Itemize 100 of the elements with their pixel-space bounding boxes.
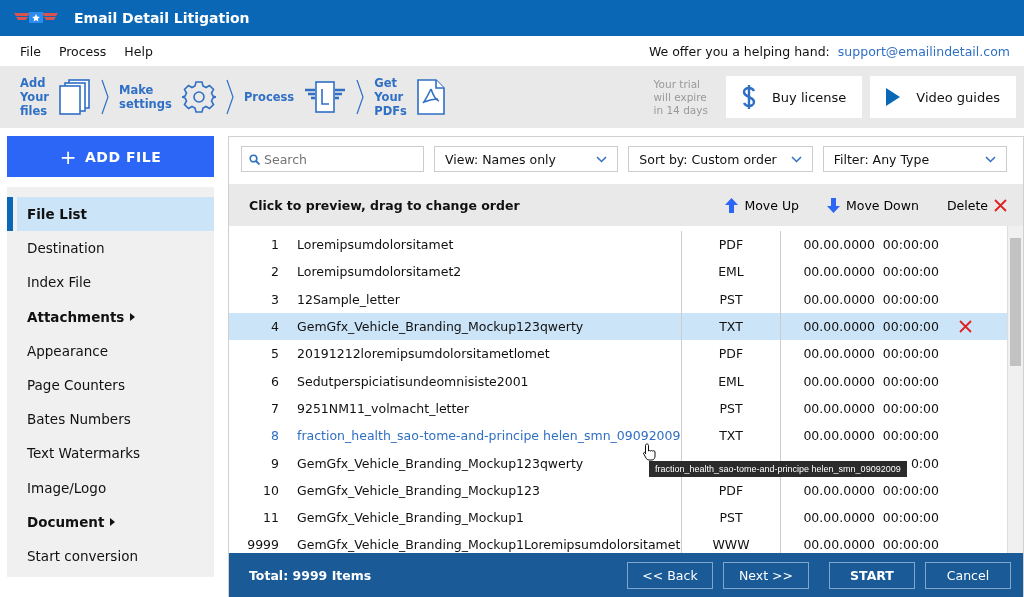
file-type: TXT — [681, 422, 781, 450]
sidebar-item[interactable]: Image/Logo — [7, 470, 214, 505]
row-number: 9999 — [246, 537, 279, 553]
file-date: 00.00.0000 — [802, 400, 875, 416]
file-time: 00:00:00 — [881, 291, 939, 307]
file-name: GemGfx_Vehicle_Branding_Mockup1 — [296, 510, 526, 526]
file-time: 00:00:00 — [881, 319, 939, 335]
sidebar-item[interactable]: Bates Numbers — [7, 402, 214, 437]
buy-license-button[interactable]: Buy license — [725, 76, 863, 118]
file-date: 00.00.0000 — [802, 291, 875, 307]
support-link[interactable]: support@emailindetail.com — [837, 43, 1010, 59]
row-number: 6 — [270, 373, 279, 389]
sidebar-item[interactable]: File List — [7, 197, 214, 232]
file-date: 00.00.0000 — [802, 319, 875, 335]
sidebar-item[interactable]: Appearance — [7, 333, 214, 368]
row-number: 11 — [262, 510, 279, 526]
table-row[interactable]: 2 Loremipsumdolorsitamet2 EML 00.00.0000 00:00:00 — [229, 258, 1007, 286]
file-time: 00:00:00 — [881, 510, 939, 526]
file-date: 00.00.0000 — [802, 264, 875, 280]
table-row[interactable]: 8 fraction_health_sao-tome-and-principe helen_smn_09092009 TXT 00.00.0000 00:00:00 — [229, 422, 1007, 450]
file-name: GemGfx_Vehicle_Branding_Mockup123qwerty — [296, 319, 585, 335]
step-label[interactable]: Add Your files — [20, 76, 50, 118]
add-file-button[interactable]: + ADD FILE — [7, 136, 214, 177]
row-number: 10 — [262, 482, 279, 498]
help-text: We offer you a helping hand: — [648, 43, 830, 59]
table-row[interactable]: 6 Sedutperspiciatisundeomnisiste2001 EML 00.00.0000 00:00:00 — [229, 367, 1007, 395]
menu-item[interactable]: Process — [46, 43, 113, 59]
table-row[interactable]: 7 9251NM11_volmacht_letter PST 00.00.0000 00:00:00 — [229, 394, 1007, 423]
step-label[interactable]: Make settings — [119, 83, 172, 111]
sidebar-item[interactable]: Index File — [7, 265, 214, 300]
file-time: 00:00:00 — [881, 346, 939, 362]
file-date: 00.00.0000 — [802, 537, 875, 553]
file-name: Loremipsumdolorsitamet2 — [296, 264, 463, 280]
file-type: PDF — [681, 340, 781, 368]
row-number: 4 — [270, 319, 279, 335]
row-number: 8 — [270, 428, 279, 444]
file-date: 00.00.0000 — [802, 428, 875, 444]
footer-button[interactable]: << Back — [627, 561, 713, 589]
start-button[interactable]: START — [829, 561, 915, 589]
row-number: 2 — [270, 264, 279, 280]
dropdown[interactable]: Filter: Any Type — [822, 146, 1007, 172]
step-label[interactable]: Get Your PDFs — [374, 76, 407, 118]
file-time: 00:00:00 — [881, 373, 939, 389]
search-field[interactable]: Search — [241, 146, 424, 172]
file-name: Loremipsumdolorsitamet — [296, 237, 455, 253]
file-type: EML — [681, 367, 781, 395]
file-date: 00.00.0000 — [802, 510, 875, 526]
file-type: PST — [681, 503, 781, 532]
row-number: 3 — [270, 291, 279, 307]
file-type: PST — [681, 285, 781, 313]
trial-notice: Your trial will expire in 14 days — [653, 77, 708, 117]
row-number: 5 — [270, 346, 279, 362]
file-time: 00:00:00 — [881, 428, 939, 444]
file-type: TXT — [681, 312, 781, 341]
row-number: 7 — [270, 400, 279, 416]
table-row[interactable]: 4 GemGfx_Vehicle_Branding_Mockup123qwerty TXT 00.00.0000 00:00:00 — [229, 312, 1007, 341]
file-time: 00:00:00 — [881, 482, 939, 498]
file-type: PDF — [681, 231, 781, 259]
table-row[interactable]: 5 20191212loremipsumdolorsitametlomet PDF 00.00.0000 00:00:00 — [229, 340, 1007, 368]
file-date: 00.00.0000 — [802, 237, 875, 253]
file-name: 9251NM11_volmacht_letter — [296, 400, 471, 416]
footer-button[interactable]: Next >> — [723, 561, 809, 589]
footer-button[interactable]: Cancel — [925, 561, 1011, 589]
file-type: EML — [681, 258, 781, 286]
file-date: 00.00.0000 — [802, 346, 875, 362]
file-date: 00.00.0000 — [802, 373, 875, 389]
file-time: 00:00:00 — [881, 264, 939, 280]
sidebar-item[interactable]: Start conversion — [7, 538, 214, 574]
move-down-button[interactable]: Move Down — [827, 197, 919, 213]
file-time: 00:00:00 — [881, 237, 939, 253]
menu-item[interactable]: Help — [112, 43, 159, 59]
sidebar-item[interactable]: Destination — [7, 231, 214, 266]
row-number: 9 — [270, 455, 279, 471]
file-type: PST — [681, 394, 781, 423]
table-row[interactable]: 11 GemGfx_Vehicle_Branding_Mockup1 PST 00.00.0000 00:00:00 — [229, 503, 1007, 532]
file-name: Sedutperspiciatisundeomnisiste2001 — [296, 373, 530, 389]
total-count: Total: 9999 Items — [249, 567, 373, 583]
file-name: GemGfx_Vehicle_Branding_Mockup1Loremipsumdolorsitamet — [296, 537, 681, 553]
row-number: 1 — [270, 237, 279, 253]
file-time: 00:00:00 — [881, 400, 939, 416]
dropdown[interactable]: View: Names only — [434, 146, 619, 172]
file-name: fraction_health_sao-tome-and-principe helen_smn_09092009 — [296, 428, 681, 444]
sidebar-item[interactable]: Attachments — [7, 299, 214, 334]
table-row[interactable]: 1 Loremipsumdolorsitamet PDF 00.00.0000 00:00:00 — [229, 231, 1007, 259]
menu-item[interactable]: File — [8, 43, 47, 59]
file-name: 12Sample_letter — [296, 291, 401, 307]
sidebar-item[interactable]: Document — [7, 504, 214, 539]
video-guides-button[interactable]: Video guides — [870, 76, 1016, 118]
sidebar-item[interactable]: Text Watermarks — [7, 436, 214, 471]
tooltip: fraction_health_sao-tome-and-principe helen_smn_09092009 — [649, 461, 907, 477]
window-title: Email Detail Litigation — [74, 10, 250, 26]
move-up-button[interactable]: Move Up — [725, 197, 799, 213]
dropdown[interactable]: Sort by: Custom order — [628, 146, 813, 172]
file-name: GemGfx_Vehicle_Branding_Mockup123 — [296, 482, 541, 498]
file-name: 20191212loremipsumdolorsitametlomet — [296, 346, 551, 362]
sidebar-item[interactable]: Page Counters — [7, 367, 214, 403]
delete-button[interactable]: Delete — [946, 197, 1007, 213]
file-date: 00.00.0000 — [802, 482, 875, 498]
table-row[interactable]: 3 12Sample_letter PST 00.00.0000 00:00:00 — [229, 285, 1007, 313]
step-label[interactable]: Process — [243, 90, 295, 104]
